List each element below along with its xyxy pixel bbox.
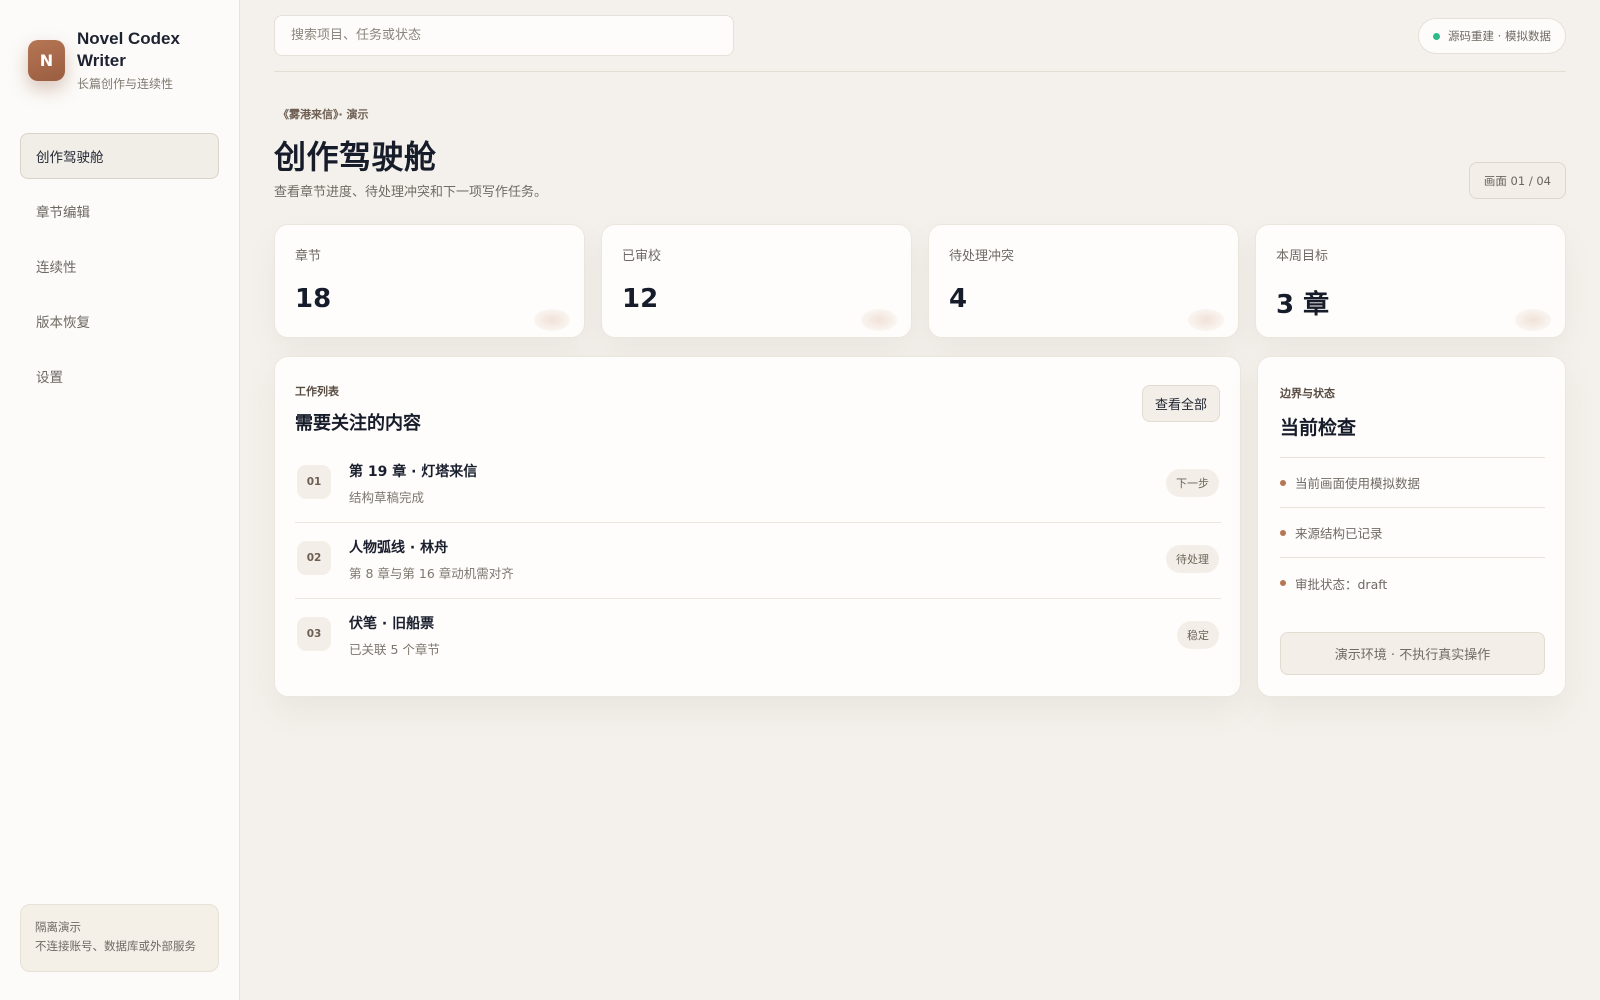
frame-counter-button[interactable]: 画面 01 / 04	[1468, 162, 1566, 199]
sidebar-item-version-restore[interactable]: 版本恢复	[20, 298, 219, 344]
isolation-note-text: 不连接账号、数据库或外部服务	[35, 939, 196, 953]
isolation-note: 隔离演示 不连接账号、数据库或外部服务	[20, 904, 219, 972]
app-subtitle: 长篇创作与连续性	[77, 77, 174, 91]
stat-value: 12	[622, 284, 659, 314]
task-number: 02	[297, 541, 331, 575]
check-item: 审批状态：draft	[1280, 558, 1545, 608]
worklist-header: 工作列表 需要关注的内容	[295, 383, 421, 435]
check-item-label: 审批状态：draft	[1295, 576, 1388, 592]
check-list: 当前画面使用模拟数据 来源结构已记录 审批状态：draft	[1280, 457, 1545, 608]
stat-decoration	[1515, 309, 1551, 331]
stat-value: 18	[295, 284, 332, 314]
task-status-badge: 稳定	[1177, 621, 1219, 649]
task-subtitle: 结构草稿完成	[349, 490, 425, 505]
page-description: 查看章节进度、待处理冲突和下一项写作任务。	[274, 185, 548, 200]
stat-value: 4	[949, 284, 968, 314]
task-subtitle: 已关联 5 个章节	[349, 642, 440, 657]
stat-value: 3 章	[1276, 290, 1330, 320]
status-label: 源码重建 · 模拟数据	[1448, 29, 1551, 43]
stat-card-weekly-goal: 本周目标 3 章	[1255, 224, 1566, 338]
check-item-label: 来源结构已记录	[1295, 526, 1383, 541]
breadcrumb: 《雾港来信》· 演示	[278, 108, 369, 121]
brand: N Novel Codex Writer 长篇创作与连续性	[28, 28, 197, 92]
status-badge: 源码重建 · 模拟数据	[1418, 18, 1566, 54]
worklist-title: 需要关注的内容	[295, 413, 421, 434]
check-item: 当前画面使用模拟数据	[1280, 458, 1545, 508]
check-item-label: 当前画面使用模拟数据	[1295, 476, 1421, 491]
worklist-eyebrow: 工作列表	[295, 385, 339, 398]
task-status-badge: 下一步	[1166, 469, 1219, 497]
task-number: 01	[297, 465, 331, 499]
bullet-dot-icon	[1280, 580, 1286, 586]
sidebar-item-chapter-editor[interactable]: 章节编辑	[20, 188, 219, 234]
search-input[interactable]	[274, 15, 734, 56]
sidebar: N Novel Codex Writer 长篇创作与连续性 创作驾驶舱 章节编辑…	[0, 0, 240, 1000]
worklist-panel: 工作列表 需要关注的内容 查看全部 01 第 19 章 · 灯塔来信 结构草稿完…	[274, 356, 1241, 697]
bullet-dot-icon	[1280, 479, 1286, 486]
check-item: 来源结构已记录	[1280, 508, 1545, 558]
app-name: Novel Codex Writer	[77, 29, 180, 70]
stats-row: 章节 18 已审校 12 待处理冲突 4 本周目标 3 章	[274, 224, 1566, 338]
main-content: 源码重建 · 模拟数据 《雾港来信》· 演示 创作驾驶舱 查看章节进度、待处理冲…	[274, 0, 1566, 1000]
task-subtitle: 第 8 章与第 16 章动机需对齐	[349, 566, 514, 581]
sidebar-item-dashboard[interactable]: 创作驾驶舱	[20, 133, 219, 179]
stat-label: 章节	[295, 249, 322, 264]
app-logo: N	[28, 40, 65, 81]
page-title: 创作驾驶舱	[274, 138, 437, 176]
stat-card-reviewed: 已审校 12	[601, 224, 912, 338]
task-number: 03	[297, 617, 331, 651]
task-title: 人物弧线 · 林舟	[349, 540, 449, 556]
status-dot-icon	[1433, 32, 1441, 40]
checks-panel: 边界与状态 当前检查 当前画面使用模拟数据 来源结构已记录 审批状态：draft…	[1257, 356, 1566, 697]
task-row[interactable]: 01 第 19 章 · 灯塔来信 结构草稿完成 下一步	[295, 447, 1221, 523]
checks-eyebrow: 边界与状态	[1280, 387, 1335, 400]
header-divider	[274, 71, 1566, 72]
sidebar-item-continuity[interactable]: 连续性	[20, 243, 219, 289]
isolation-note-title: 隔离演示	[35, 920, 81, 934]
task-row[interactable]: 02 人物弧线 · 林舟 第 8 章与第 16 章动机需对齐 待处理	[295, 523, 1221, 599]
sidebar-item-settings[interactable]: 设置	[20, 353, 219, 399]
checks-header: 边界与状态 当前检查	[1280, 385, 1356, 440]
stat-label: 本周目标	[1276, 249, 1329, 264]
task-row[interactable]: 03 伏笔 · 旧船票 已关联 5 个章节 稳定	[295, 599, 1221, 675]
stat-card-conflicts: 待处理冲突 4	[928, 224, 1239, 338]
stat-decoration	[1188, 309, 1224, 331]
checks-title: 当前检查	[1280, 417, 1357, 439]
stat-label: 待处理冲突	[949, 249, 1015, 264]
stat-decoration	[534, 309, 570, 331]
stat-label: 已审校	[622, 249, 662, 264]
demo-environment-button[interactable]: 演示环境 · 不执行真实操作	[1280, 632, 1545, 675]
view-all-button[interactable]: 查看全部	[1141, 385, 1220, 422]
sidebar-nav: 创作驾驶舱 章节编辑 连续性 版本恢复 设置	[20, 133, 219, 408]
task-status-badge: 待处理	[1166, 545, 1219, 573]
task-list: 01 第 19 章 · 灯塔来信 结构草稿完成 下一步 02 人物弧线 · 林舟…	[295, 447, 1221, 675]
stat-decoration	[861, 309, 897, 331]
task-title: 伏笔 · 旧船票	[349, 616, 435, 632]
bullet-dot-icon	[1280, 529, 1286, 536]
task-title: 第 19 章 · 灯塔来信	[349, 464, 478, 480]
stat-card-chapters: 章节 18	[274, 224, 585, 338]
